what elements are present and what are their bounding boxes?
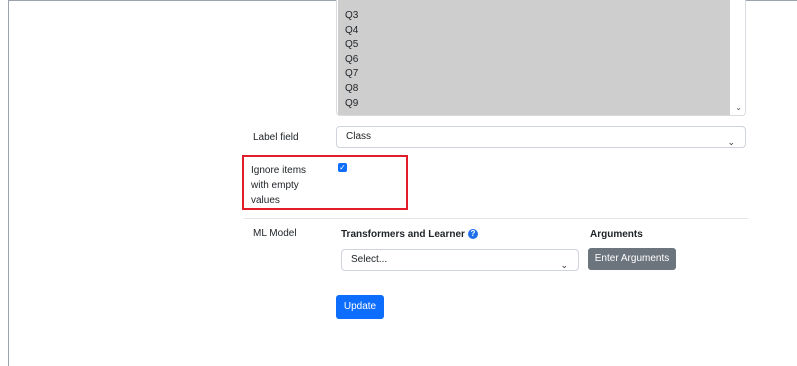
section-divider bbox=[244, 218, 748, 219]
list-item[interactable]: Q5 bbox=[345, 38, 358, 53]
label-field-value: Class bbox=[346, 131, 372, 142]
ml-model-label: ML Model bbox=[253, 228, 297, 239]
enter-arguments-button[interactable]: Enter Arguments bbox=[588, 248, 676, 270]
chevron-down-icon: ⌄ bbox=[727, 137, 735, 147]
list-item[interactable]: Q3 bbox=[345, 9, 358, 24]
ignore-empty-label-line: Ignore items bbox=[251, 165, 307, 176]
transformers-learner-placeholder: Select... bbox=[351, 254, 388, 265]
frame-left-border bbox=[8, 0, 9, 366]
transformers-learner-header-text: Transformers and Learner bbox=[341, 229, 465, 240]
list-item[interactable]: Q7 bbox=[345, 67, 358, 82]
list-selection-highlight bbox=[338, 0, 730, 115]
list-scrollbar[interactable]: ⌄ bbox=[730, 0, 745, 115]
update-button[interactable]: Update bbox=[336, 295, 384, 319]
checkmark-icon: ✓ bbox=[339, 163, 346, 172]
features-list: Q3 Q4 Q5 Q6 Q7 Q8 Q9 bbox=[345, 9, 358, 111]
ignore-empty-label: Ignore items with empty values bbox=[251, 163, 306, 208]
ignore-empty-checkbox[interactable]: ✓ bbox=[338, 163, 347, 172]
list-item[interactable]: Q8 bbox=[345, 82, 358, 97]
help-icon[interactable]: ? bbox=[467, 229, 478, 239]
chevron-down-icon: ⌄ bbox=[560, 260, 568, 270]
label-field-label: Label field bbox=[253, 132, 299, 143]
scroll-down-icon[interactable]: ⌄ bbox=[735, 103, 742, 113]
transformers-learner-select[interactable]: Select... ⌄ bbox=[341, 249, 579, 271]
arguments-header: Arguments bbox=[590, 229, 643, 240]
list-item[interactable]: Q6 bbox=[345, 53, 358, 68]
ignore-empty-label-line: with empty bbox=[251, 180, 299, 191]
list-item[interactable]: Q9 bbox=[345, 97, 358, 112]
list-item[interactable]: Q4 bbox=[345, 24, 358, 39]
features-listbox[interactable]: Q3 Q4 Q5 Q6 Q7 Q8 Q9 ⌄ bbox=[336, 0, 746, 116]
label-field-select[interactable]: Class ⌄ bbox=[336, 126, 746, 148]
transformers-learner-header: Transformers and Learner? bbox=[341, 228, 478, 241]
ignore-empty-label-line: values bbox=[251, 195, 280, 206]
